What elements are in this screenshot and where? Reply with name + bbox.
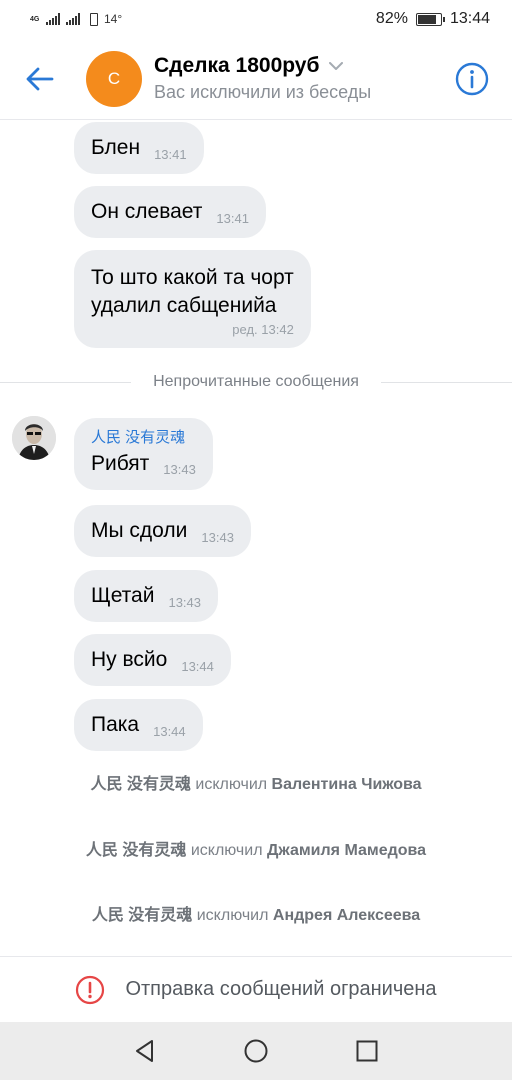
message-time: 13:43 [168,594,202,610]
message-text: Рибят [91,451,150,475]
message-time: 13:44 [181,658,214,674]
nav-back-icon[interactable] [132,1038,158,1064]
message-bubble[interactable]: 人民 没有灵魂 Рибят 13:43 [74,418,213,490]
system-target[interactable]: Валентина Чижова [272,776,422,793]
message-time: 13:41 [154,146,187,162]
message-text: Мы сдоли [91,519,188,542]
system-target[interactable]: Джамиля Мамедова [267,842,426,859]
system-action: исключил [195,776,268,793]
message-time: 13:43 [163,462,196,477]
message-bubble[interactable]: Мы сдоли 13:43 [74,505,251,557]
status-left: 4G 14° [30,12,122,26]
system-navigation-bar [0,1022,512,1080]
system-actor[interactable]: 人民 没有灵魂 [90,776,190,793]
message-text: Пака [91,713,140,736]
warning-icon [76,975,105,1004]
signal-icon-2 [66,13,80,25]
unread-label: Непрочитанные сообщения [153,373,359,390]
vibrate-icon [90,12,98,26]
message-text: Щетай [91,584,155,607]
nav-home-icon[interactable] [243,1038,269,1064]
restriction-text: Отправка сообщений ограничена [125,978,437,1000]
unread-separator: Непрочитанные сообщения [0,368,512,396]
message-text: Блен [91,136,141,159]
message-bubble[interactable]: Пака 13:44 [74,699,203,751]
message-bubble[interactable]: Щетай 13:43 [74,570,219,622]
message-bubble[interactable]: Ну всйо 13:44 [74,634,231,686]
system-action: исключил [190,842,263,859]
back-button[interactable] [0,38,80,120]
message-bubble[interactable]: То што какой та чорт удалил сабщенийа ре… [74,250,311,348]
sender-avatar[interactable] [12,416,56,460]
chat-avatar[interactable]: С [86,50,142,107]
person-photo [12,416,56,460]
message-text-line: То што какой та чорт [91,266,294,289]
chevron-down-icon [329,61,344,70]
chat-subtitle: Вас исключили из беседы [154,82,372,102]
arrow-left-icon [26,67,54,90]
message-bubble[interactable]: Блен 13:41 [74,122,204,174]
message-text: Он слевает [91,200,203,223]
system-target[interactable]: Андрея Алексеева [273,907,420,924]
chat-title-block[interactable]: Сделка 1800руб Вас исключили из беседы [154,54,432,103]
info-icon [455,62,489,95]
message-bubble[interactable]: Он слевает 13:41 [74,186,266,238]
chat-avatar-letter: С [107,68,121,88]
system-message: 人民 没有灵魂 исключил Валентина Чижова [40,774,472,795]
temperature: 14° [104,12,123,26]
system-actor[interactable]: 人民 没有灵魂 [86,842,186,859]
system-message: 人民 没有灵魂 исключил Андрея Алексеева [20,905,492,926]
message-time: ред. 13:42 [232,322,294,337]
message-time: 13:43 [201,529,234,545]
chat-title: Сделка 1800руб [154,54,320,77]
sender-name[interactable]: 人民 没有灵魂 [91,428,196,448]
signal-icon [46,13,60,25]
status-bar: 4G 14° 82% 13:44 [0,0,512,38]
clock: 13:44 [449,10,490,27]
network-type: 4G [30,15,40,23]
message-text-line: удалил сабщенийа [91,294,277,317]
status-right: 82% 13:44 [376,10,490,28]
battery-icon [415,12,445,26]
battery-percent: 82% [375,10,408,27]
message-time: 13:44 [153,723,186,739]
system-actor[interactable]: 人民 没有灵魂 [92,907,192,924]
restriction-bar: Отправка сообщений ограничена [0,956,512,1022]
system-message: 人民 没有灵魂 исключил Джамиля Мамедова [40,840,472,861]
chat-header: С Сделка 1800руб Вас исключили из беседы [0,38,512,120]
nav-recents-icon[interactable] [354,1038,380,1064]
system-action: исключил [196,907,269,924]
message-time: 13:41 [216,210,249,226]
message-text: Ну всйо [91,648,168,671]
info-button[interactable] [432,38,512,120]
